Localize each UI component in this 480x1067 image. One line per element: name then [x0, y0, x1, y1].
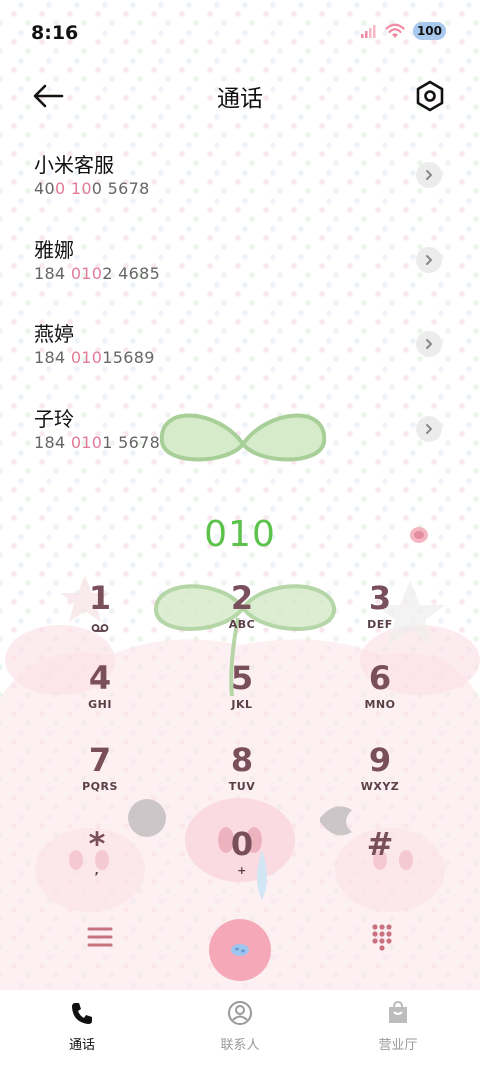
- nav-tab-calls[interactable]: 通话: [22, 1000, 142, 1053]
- call-row[interactable]: 雅娜 184 0102 4685: [0, 225, 480, 310]
- key-star[interactable]: * ,: [37, 824, 157, 896]
- key-6[interactable]: 6 MNO: [320, 658, 440, 730]
- nav-tab-contacts[interactable]: 联系人: [180, 1000, 300, 1053]
- contact-icon: [228, 1001, 252, 1025]
- key-5[interactable]: 5 JKL: [182, 658, 302, 730]
- contact-detail-button[interactable]: [416, 331, 442, 357]
- key-0[interactable]: 0 +: [182, 824, 302, 896]
- key-digit: 3: [368, 579, 392, 617]
- contact-number: 184 01015689: [34, 348, 155, 367]
- key-digit: 9: [368, 741, 392, 779]
- contact-number: 400 100 5678: [34, 179, 150, 198]
- nav-label: 通话: [68, 1038, 95, 1053]
- bottom-navigation: 通话 联系人 营业厅: [0, 990, 480, 1067]
- battery-indicator: 100: [412, 22, 446, 40]
- key-3[interactable]: 3 DEF: [320, 578, 440, 650]
- menu-icon[interactable]: [84, 921, 116, 953]
- nav-tab-store[interactable]: 营业厅: [338, 1000, 458, 1053]
- status-bar: 8:16 100: [0, 0, 480, 66]
- key-digit: #: [366, 825, 394, 863]
- signal-icon: [360, 25, 376, 38]
- key-letters: MNO: [364, 698, 396, 711]
- store-icon: [389, 1000, 407, 1023]
- page-title: 通话: [217, 86, 263, 112]
- contact-name: 燕婷: [34, 322, 74, 346]
- key-digit: 5: [230, 659, 254, 697]
- dialer-actions: [0, 905, 480, 985]
- key-hash[interactable]: #: [320, 824, 440, 896]
- key-9[interactable]: 9 WXYZ: [320, 740, 440, 812]
- key-letters: TUV: [228, 780, 256, 793]
- contact-name: 雅娜: [34, 237, 74, 262]
- phone-icon: [72, 1003, 92, 1024]
- key-digit: 2: [230, 579, 254, 617]
- key-digit: 1: [88, 579, 112, 617]
- nav-label: 营业厅: [378, 1038, 418, 1053]
- key-letters: WXYZ: [360, 780, 400, 793]
- voicemail-icon: [91, 624, 109, 632]
- wifi-icon: [385, 23, 405, 38]
- chevron-right-icon: [426, 254, 433, 265]
- key-digit: 4: [88, 659, 112, 697]
- key-digit: 6: [368, 659, 392, 697]
- dialed-number-display: 010: [204, 514, 276, 555]
- status-time: 8:16: [31, 22, 79, 44]
- header: 通话: [0, 66, 480, 126]
- call-row[interactable]: 子玲 184 0101 5678: [0, 394, 480, 479]
- chevron-right-icon: [426, 339, 433, 349]
- call-row[interactable]: 燕婷 184 01015689: [0, 309, 480, 394]
- key-2[interactable]: 2 ABC: [182, 578, 302, 650]
- settings-icon[interactable]: [412, 78, 448, 114]
- key-digit: *: [88, 825, 106, 863]
- call-match-list: 小米客服 400 100 5678 雅娜 184 0102 4685 燕婷 18…: [0, 140, 480, 478]
- chevron-right-icon: [426, 423, 433, 434]
- key-letters: ,: [94, 864, 100, 877]
- key-digit: 7: [88, 741, 112, 779]
- contact-name: 子玲: [34, 406, 74, 431]
- contact-detail-button[interactable]: [416, 162, 442, 188]
- contact-detail-button[interactable]: [416, 246, 442, 273]
- chevron-right-icon: [426, 170, 433, 180]
- call-icon: [231, 944, 249, 956]
- key-digit: 8: [230, 741, 254, 779]
- key-letters: ABC: [228, 618, 256, 631]
- key-letters: GHI: [88, 698, 112, 711]
- call-row[interactable]: 小米客服 400 100 5678: [0, 140, 480, 225]
- key-letters: +: [237, 864, 247, 877]
- keypad-toggle-icon[interactable]: [366, 921, 398, 953]
- key-letters: DEF: [367, 618, 393, 631]
- nav-label: 联系人: [220, 1038, 260, 1053]
- contact-detail-button[interactable]: [416, 415, 442, 442]
- key-digit: 0: [230, 825, 254, 863]
- key-1[interactable]: 1: [40, 578, 160, 650]
- contact-name: 小米客服: [34, 153, 114, 177]
- contact-number: 184 0102 4685: [34, 263, 161, 283]
- key-7[interactable]: 7 PQRS: [40, 740, 160, 812]
- key-letters: JKL: [231, 698, 253, 711]
- key-8[interactable]: 8 TUV: [182, 740, 302, 812]
- call-button[interactable]: [209, 919, 271, 981]
- contact-number: 184 0101 5678: [34, 432, 161, 452]
- status-icons: 100: [360, 22, 446, 40]
- key-4[interactable]: 4 GHI: [40, 658, 160, 730]
- key-letters: PQRS: [82, 780, 118, 793]
